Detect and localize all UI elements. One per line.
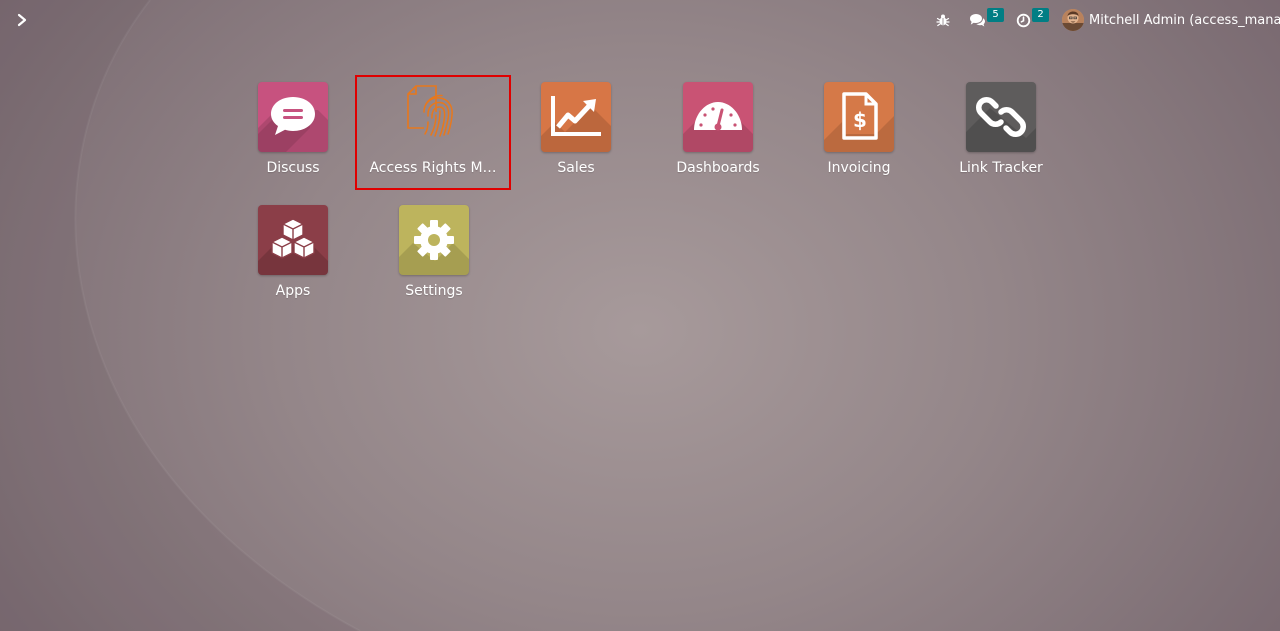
app-settings-tile [399, 205, 469, 275]
app-label: Dashboards [676, 160, 760, 176]
speech-bubble-icon [271, 97, 315, 135]
user-menu[interactable]: Mitchell Admin (access_manager [1062, 8, 1280, 32]
messages-button[interactable]: 5 [969, 8, 1004, 32]
trend-chart-icon [551, 96, 601, 136]
invoice-dollar-icon: $ [842, 92, 878, 140]
avatar [1062, 9, 1084, 31]
app-apps-tile [258, 205, 328, 275]
app-label: Link Tracker [959, 160, 1043, 176]
chain-link-icon [976, 97, 1026, 137]
debug-button[interactable] [936, 8, 950, 32]
chat-bubbles-icon [970, 14, 985, 27]
app-link-tracker[interactable]: Link Tracker [936, 82, 1066, 192]
app-link-tracker-tile [966, 82, 1036, 152]
app-label: Sales [557, 160, 595, 176]
app-label: Settings [405, 283, 463, 299]
app-invoicing[interactable]: $ Invoicing [794, 82, 924, 192]
app-invoicing-tile: $ [824, 82, 894, 152]
menu-toggle-button[interactable] [12, 9, 32, 31]
app-discuss[interactable]: Discuss [228, 82, 358, 192]
highlight-box [355, 75, 511, 190]
app-label: Apps [275, 283, 311, 299]
user-name: Mitchell Admin (access_manager [1089, 12, 1280, 28]
app-discuss-tile [258, 82, 328, 152]
app-sales[interactable]: Sales [511, 82, 641, 192]
gear-icon [414, 220, 454, 260]
app-dashboards-tile [683, 82, 753, 152]
app-sales-tile [541, 82, 611, 152]
app-label: Invoicing [827, 160, 891, 176]
app-apps[interactable]: Apps [228, 205, 358, 315]
app-label: Discuss [266, 160, 320, 176]
svg-text:$: $ [853, 108, 867, 132]
activities-button[interactable]: 2 [1016, 8, 1049, 32]
app-dashboards[interactable]: Dashboards [653, 82, 783, 192]
chevron-right-icon [17, 13, 27, 27]
app-settings[interactable]: Settings [369, 205, 499, 315]
messages-count-badge: 5 [987, 8, 1004, 22]
activities-count-badge: 2 [1032, 8, 1049, 22]
gauge-icon [694, 102, 742, 131]
bug-icon [936, 14, 950, 27]
cubes-icon [271, 218, 315, 259]
clock-icon [1016, 13, 1031, 27]
